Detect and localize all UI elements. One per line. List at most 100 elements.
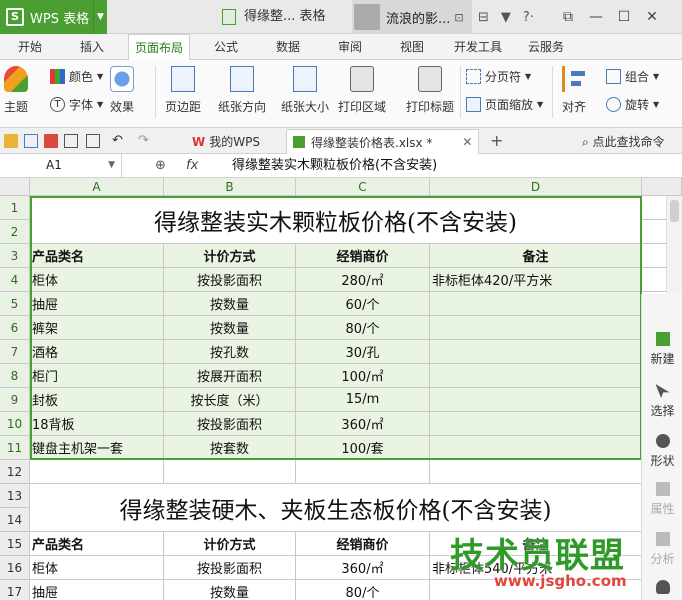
theme-button[interactable]: 主题 bbox=[4, 66, 28, 115]
table-header-cell[interactable]: 备注 bbox=[430, 532, 642, 556]
effects-button[interactable]: 效果 bbox=[110, 66, 134, 115]
maximize-button[interactable]: ☐ bbox=[610, 9, 638, 25]
tab-price-file[interactable]: 得缘整装价格表.xlsx * ✕ bbox=[286, 129, 480, 154]
table-cell[interactable]: 30/孔 bbox=[296, 340, 430, 364]
page-break-button[interactable]: 分页符 ▼ bbox=[466, 68, 531, 85]
table-cell[interactable]: 抽屉 bbox=[30, 580, 164, 600]
preview-icon[interactable] bbox=[86, 134, 100, 148]
table-header-cell[interactable]: 经销商价 bbox=[296, 532, 430, 556]
table-cell[interactable]: 按孔数 bbox=[164, 340, 296, 364]
table-cell[interactable]: 按投影面积 bbox=[164, 556, 296, 580]
print-titles-button[interactable]: 打印标题 bbox=[406, 66, 454, 115]
row-header-6[interactable]: 6 bbox=[0, 316, 30, 340]
column-header-d[interactable]: D bbox=[430, 178, 642, 196]
print-area-button[interactable]: 打印区域 bbox=[338, 66, 386, 115]
table-cell[interactable] bbox=[30, 460, 164, 484]
formula-input[interactable]: 得缘整装实木颗粒板价格(不含安装) bbox=[232, 154, 437, 177]
command-search[interactable]: ⌕ 点此查找命令 bbox=[582, 133, 665, 150]
table-cell[interactable]: 360/㎡ bbox=[296, 412, 430, 436]
fonts-button[interactable]: T 字体 ▼ bbox=[50, 96, 103, 113]
table-cell[interactable]: 80/个 bbox=[296, 580, 430, 600]
fx-button[interactable]: fx bbox=[186, 154, 198, 177]
row-header-7[interactable]: 7 bbox=[0, 340, 30, 364]
table-cell[interactable] bbox=[430, 364, 642, 388]
table-cell[interactable]: 酒格 bbox=[30, 340, 164, 364]
table-cell[interactable]: 按长度（米） bbox=[164, 388, 296, 412]
name-box[interactable]: A1 ▼ bbox=[0, 154, 122, 177]
paper-size-button[interactable]: 纸张大小 bbox=[281, 66, 329, 115]
redo-icon[interactable]: ↷ bbox=[138, 134, 152, 148]
row-header-15[interactable]: 15 bbox=[0, 532, 30, 556]
open-folder-icon[interactable] bbox=[4, 134, 18, 148]
side-new-button[interactable]: 新建 bbox=[642, 332, 682, 367]
chevron-down-icon[interactable]: ▼ bbox=[93, 0, 107, 34]
table-cell[interactable]: 15/m bbox=[296, 388, 430, 412]
column-header-b[interactable]: B bbox=[164, 178, 296, 196]
table-cell[interactable]: 按数量 bbox=[164, 580, 296, 600]
align-button[interactable]: 对齐 bbox=[562, 66, 586, 115]
row-header-11[interactable]: 11 bbox=[0, 436, 30, 460]
row-header-13[interactable]: 13 bbox=[0, 484, 30, 508]
row-header-16[interactable]: 16 bbox=[0, 556, 30, 580]
table-cell[interactable] bbox=[430, 436, 642, 460]
table-header-cell[interactable]: 产品类名 bbox=[30, 532, 164, 556]
table-cell[interactable]: 100/套 bbox=[296, 436, 430, 460]
table-cell[interactable]: 键盘主机架一套 bbox=[30, 436, 164, 460]
table-cell[interactable]: 60/个 bbox=[296, 292, 430, 316]
pdf-icon[interactable] bbox=[44, 134, 58, 148]
zoom-search-icon[interactable]: ⊕ bbox=[155, 154, 166, 177]
table-cell[interactable]: 裤架 bbox=[30, 316, 164, 340]
table-cell[interactable] bbox=[430, 340, 642, 364]
table-cell[interactable] bbox=[430, 580, 642, 600]
row-header-1[interactable]: 1 bbox=[0, 196, 30, 220]
table-header-cell[interactable]: 经销商价 bbox=[296, 244, 430, 268]
table-cell[interactable]: 非标柜体540/平方米 bbox=[430, 556, 642, 580]
tab-developer[interactable]: 开发工具 bbox=[454, 38, 502, 55]
side-analysis-button[interactable]: 分析 bbox=[642, 532, 682, 567]
table-cell[interactable]: 按投影面积 bbox=[164, 268, 296, 292]
table-cell[interactable]: 按投影面积 bbox=[164, 412, 296, 436]
row-header-12[interactable]: 12 bbox=[0, 460, 30, 484]
row-header-3[interactable]: 3 bbox=[0, 244, 30, 268]
minimize-button[interactable]: — bbox=[582, 9, 610, 25]
side-shape-button[interactable]: 形状 bbox=[642, 434, 682, 469]
help-icon[interactable]: ?· bbox=[523, 10, 534, 25]
table-cell[interactable]: 按套数 bbox=[164, 436, 296, 460]
tab-cloud[interactable]: 云服务 bbox=[528, 38, 564, 55]
skin-icon[interactable]: ⊟ bbox=[478, 10, 489, 25]
row-header-2[interactable]: 2 bbox=[0, 220, 30, 244]
spreadsheet-grid[interactable]: A B C D 1 2 3 4 5 6 7 8 9 10 11 12 13 14 15 16 17 产品类名 计价方… bbox=[0, 178, 682, 600]
rotate-button[interactable]: 旋转 ▼ bbox=[606, 96, 659, 113]
column-header-e[interactable] bbox=[642, 178, 682, 196]
shirt-icon[interactable]: ▼ bbox=[501, 10, 511, 25]
orientation-button[interactable]: 纸张方向 bbox=[218, 66, 266, 115]
new-tab-icon[interactable]: + bbox=[490, 133, 504, 149]
row-header-8[interactable]: 8 bbox=[0, 364, 30, 388]
table-cell[interactable] bbox=[430, 412, 642, 436]
side-select-button[interactable]: 选择 bbox=[642, 384, 682, 419]
table-header-cell[interactable]: 计价方式 bbox=[164, 244, 296, 268]
table-cell[interactable]: 抽屉 bbox=[30, 292, 164, 316]
colors-button[interactable]: 颜色 ▼ bbox=[50, 68, 103, 85]
column-header-c[interactable]: C bbox=[296, 178, 430, 196]
table-cell[interactable]: 柜体 bbox=[30, 556, 164, 580]
table-header-cell[interactable]: 计价方式 bbox=[164, 532, 296, 556]
save-icon[interactable] bbox=[24, 134, 38, 148]
user-account[interactable]: 流浪的影... ⊡ bbox=[352, 0, 472, 34]
tab-formula[interactable]: 公式 bbox=[214, 38, 238, 55]
close-button[interactable]: ✕ bbox=[638, 9, 666, 25]
select-all-corner[interactable] bbox=[0, 178, 30, 196]
table-cell[interactable] bbox=[430, 388, 642, 412]
table-cell[interactable] bbox=[296, 460, 430, 484]
column-header-a[interactable]: A bbox=[30, 178, 164, 196]
tab-data[interactable]: 数据 bbox=[276, 38, 300, 55]
row-header-10[interactable]: 10 bbox=[0, 412, 30, 436]
table-cell[interactable]: 360/㎡ bbox=[296, 556, 430, 580]
tab-view[interactable]: 视图 bbox=[400, 38, 424, 55]
table-cell[interactable]: 80/个 bbox=[296, 316, 430, 340]
tab-insert[interactable]: 插入 bbox=[80, 38, 104, 55]
table-header-cell[interactable]: 备注 bbox=[430, 244, 642, 268]
table-cell[interactable]: 柜体 bbox=[30, 268, 164, 292]
row-header-9[interactable]: 9 bbox=[0, 388, 30, 412]
scroll-thumb[interactable] bbox=[670, 200, 679, 222]
